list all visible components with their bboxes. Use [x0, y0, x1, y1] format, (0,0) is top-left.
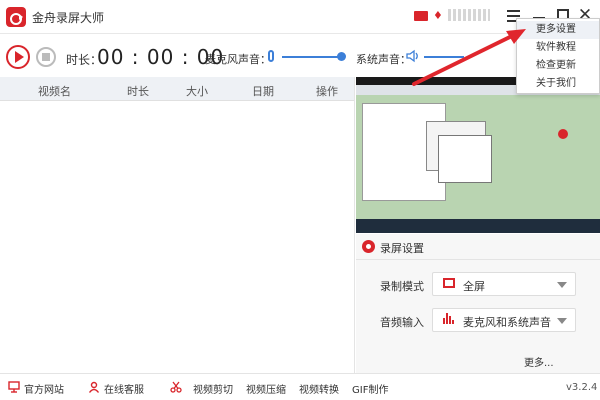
- account-name-blurred[interactable]: [448, 9, 490, 21]
- mail-icon[interactable]: [414, 11, 428, 21]
- footer-video-convert[interactable]: 视频转换: [299, 381, 339, 396]
- video-list-header: 视频名 时长 大小 日期 操作: [0, 77, 354, 101]
- record-mode-select[interactable]: 全屏: [432, 272, 576, 296]
- scissors-icon: [170, 381, 182, 393]
- person-icon: [88, 381, 100, 393]
- app-title: 金舟录屏大师: [32, 11, 105, 25]
- monitor-icon: [8, 381, 20, 393]
- column-header-name[interactable]: 视频名: [38, 83, 71, 99]
- annotation-arrow-icon: [412, 29, 526, 86]
- record-mode-label: 录制模式: [380, 280, 424, 293]
- chevron-down-icon: [557, 282, 567, 288]
- mic-volume-slider-knob[interactable]: [337, 52, 346, 61]
- audio-input-label: 音频输入: [380, 316, 424, 329]
- system-volume-label: 系统声音：: [356, 53, 411, 66]
- stop-button[interactable]: [36, 47, 56, 67]
- preview-record-dot: [558, 129, 568, 139]
- version-label: v3.2.4: [566, 382, 598, 393]
- waveform-icon: [443, 313, 455, 327]
- microphone-icon[interactable]: [268, 50, 274, 62]
- record-mode-value: 全屏: [463, 280, 485, 293]
- chevron-down-icon: [557, 318, 567, 324]
- column-header-duration[interactable]: 时长: [127, 83, 149, 99]
- record-settings-panel: 录屏设置 录制模式 全屏 音频输入 麦克风和系统声音 更多...: [356, 234, 600, 373]
- footer-gif-maker[interactable]: GIF制作: [352, 381, 388, 396]
- more-settings-link[interactable]: 更多...: [524, 354, 554, 369]
- audio-input-value: 麦克风和系统声音: [463, 316, 551, 329]
- video-list: [0, 101, 354, 373]
- mic-volume-label: 麦克风声音：: [205, 53, 271, 66]
- footer-official-site[interactable]: 官方网站: [24, 381, 64, 396]
- footer-bar: 官方网站 在线客服 视频剪切 视频压缩 视频转换 GIF制作 v3.2.4: [0, 373, 600, 400]
- footer-video-compress[interactable]: 视频压缩: [246, 381, 286, 396]
- app-logo-icon: [6, 7, 26, 27]
- mic-volume-slider[interactable]: [282, 56, 342, 58]
- footer-video-cut[interactable]: 视频剪切: [193, 381, 233, 396]
- column-header-size[interactable]: 大小: [186, 83, 208, 99]
- audio-input-select[interactable]: 麦克风和系统声音: [432, 308, 576, 332]
- screen-preview: [356, 77, 600, 233]
- settings-title: 录屏设置: [380, 242, 424, 255]
- footer-online-support[interactable]: 在线客服: [104, 381, 144, 396]
- gem-icon[interactable]: ♦: [433, 9, 443, 22]
- monitor-icon: [443, 278, 455, 288]
- gear-icon: [362, 240, 375, 253]
- preview-window: [438, 135, 492, 183]
- settings-header: 录屏设置: [356, 234, 600, 260]
- panel-divider: [354, 77, 355, 373]
- column-header-actions[interactable]: 操作: [316, 83, 338, 99]
- record-button[interactable]: [6, 45, 30, 69]
- preview-taskbar: [356, 219, 600, 233]
- column-header-date[interactable]: 日期: [252, 83, 274, 99]
